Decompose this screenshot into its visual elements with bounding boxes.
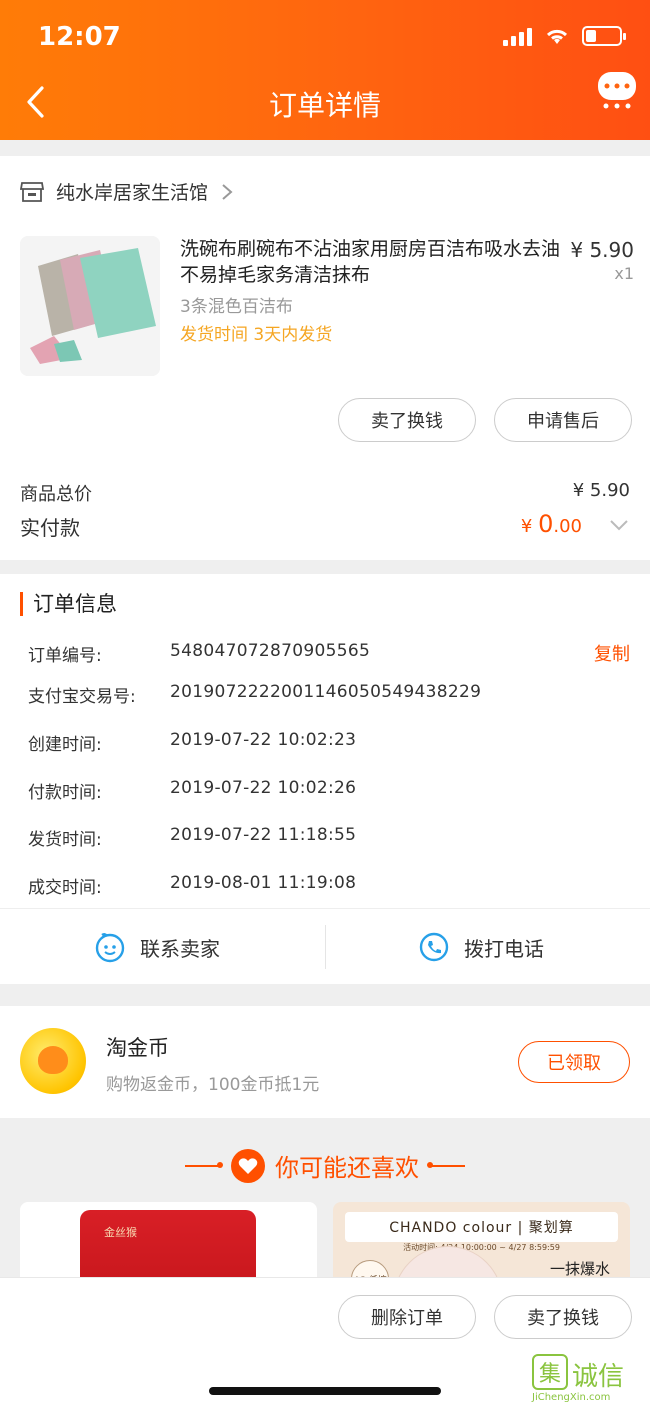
brand-label: 金丝猴 bbox=[104, 1226, 137, 1239]
contact-bar: 联系卖家 拨打电话 bbox=[0, 908, 650, 984]
product-sku: 3条混色百洁布 bbox=[180, 297, 293, 317]
promo-time: 活动时间: 4/24 10:00:00 ~ 4/27 8:59:59 bbox=[403, 1243, 560, 1252]
shipping-time: 发货时间 3天内发货 bbox=[180, 325, 333, 345]
store-link[interactable]: 纯水岸居家生活馆 bbox=[20, 178, 234, 205]
contact-seller-label: 联系卖家 bbox=[140, 936, 220, 961]
message-bubble-icon[interactable] bbox=[596, 68, 638, 110]
paid-amount-value: ¥ 0.00 bbox=[520, 510, 582, 538]
call-phone-label: 拨打电话 bbox=[464, 936, 544, 961]
gold-coin-title: 淘金币 bbox=[106, 1036, 169, 1060]
gold-coin-subtitle: 购物返金币，100金币抵1元 bbox=[106, 1075, 320, 1095]
resell-button[interactable]: 卖了换钱 bbox=[338, 398, 476, 442]
total-price-label: 商品总价 bbox=[20, 484, 92, 505]
paid-amount-label: 实付款 bbox=[20, 516, 80, 540]
signal-icon bbox=[503, 26, 532, 46]
recommend-title: 你可能还喜欢 bbox=[275, 1154, 419, 1182]
recommend-header: 你可能还喜欢 bbox=[0, 1148, 650, 1183]
smiley-chat-icon bbox=[95, 933, 125, 963]
status-time: 12:07 bbox=[38, 22, 121, 52]
contact-seller-button[interactable]: 联系卖家 bbox=[94, 909, 220, 985]
status-icons bbox=[503, 26, 626, 46]
heart-icon bbox=[231, 1148, 265, 1183]
store-name: 纯水岸居家生活馆 bbox=[56, 182, 209, 204]
gold-coin-icon bbox=[20, 1028, 86, 1094]
delete-order-button[interactable]: 删除订单 bbox=[338, 1295, 476, 1339]
resell-bottom-button[interactable]: 卖了换钱 bbox=[494, 1295, 632, 1339]
after-sale-button[interactable]: 申请售后 bbox=[494, 398, 632, 442]
phone-icon bbox=[419, 932, 449, 962]
wifi-icon bbox=[546, 29, 568, 44]
watermark-logo: 集 诚信 JiChengXin.com bbox=[532, 1354, 644, 1406]
chevron-down-icon[interactable] bbox=[608, 514, 630, 536]
chevron-right-icon bbox=[222, 183, 233, 200]
promo-tag: 一抹爆水 bbox=[549, 1260, 610, 1278]
total-price-value: ¥ 5.90 bbox=[572, 480, 630, 501]
product-title[interactable]: 洗碗布刷碗布不沾油家用厨房百洁布吸水去油不易掉毛家务清洁抹布 bbox=[180, 236, 560, 288]
brand-banner: CHANDO colour | 聚划算 bbox=[345, 1212, 618, 1242]
decor-line bbox=[427, 1161, 465, 1168]
battery-icon bbox=[582, 26, 626, 46]
home-indicator[interactable] bbox=[209, 1387, 441, 1395]
product-quantity: x1 bbox=[614, 264, 634, 283]
divider bbox=[325, 925, 326, 969]
claimed-button[interactable]: 已领取 bbox=[518, 1041, 630, 1083]
call-phone-button[interactable]: 拨打电话 bbox=[418, 909, 544, 985]
product-image[interactable] bbox=[20, 236, 160, 376]
order-info-title: 订单信息 bbox=[20, 592, 117, 616]
nav-header: 12:07 订单详情 bbox=[0, 0, 650, 140]
product-price: ¥ 5.90 bbox=[570, 238, 634, 262]
store-icon bbox=[20, 181, 44, 202]
page-title: 订单详情 bbox=[268, 89, 381, 122]
copy-order-number-button[interactable]: 复制 bbox=[594, 640, 630, 666]
decor-line bbox=[185, 1161, 223, 1168]
